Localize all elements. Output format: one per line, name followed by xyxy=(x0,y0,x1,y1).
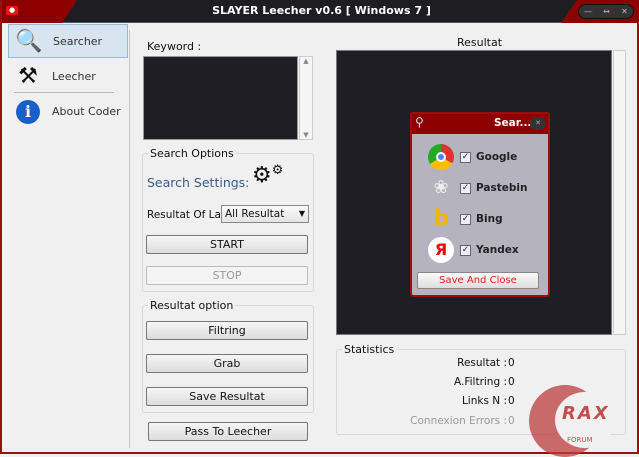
sidebar-item-searcher[interactable]: 🔍 Searcher xyxy=(8,24,128,58)
keyword-label: Keyword : xyxy=(147,40,202,53)
results-scrollbar[interactable] xyxy=(613,50,626,335)
pastebin-icon: ❀ xyxy=(433,177,449,198)
keyword-input[interactable] xyxy=(143,56,298,140)
sidebar-item-leecher[interactable]: ⚒ Leecher xyxy=(8,59,128,93)
bing-icon: b xyxy=(433,206,449,231)
magnifier-icon: 🔍 xyxy=(15,28,43,54)
start-button[interactable]: START xyxy=(146,235,308,254)
stat-resultat-label: Resultat : xyxy=(457,357,507,369)
resultat-title: Resultat xyxy=(457,36,503,49)
stop-button[interactable]: STOP xyxy=(146,266,308,285)
search-icon: ⚲ xyxy=(415,115,424,129)
watermark-sub: FORUM xyxy=(567,436,593,444)
tools-icon: ⚒ xyxy=(18,63,38,89)
stat-errors-label: Connexion Errors : xyxy=(410,415,507,427)
bing-checkbox[interactable]: ✓ xyxy=(460,213,471,225)
stat-resultat-value: 0 xyxy=(508,357,515,369)
main-window: ● SLAYER Leecher v0.6 [ Windows 7 ] — ↔ … xyxy=(0,0,639,457)
save-resultat-button[interactable]: Save Resultat xyxy=(146,387,308,406)
stat-links-label: Links N : xyxy=(461,395,507,407)
search-engines-popup: ⚲ Sear... ✕ ✓ Google ❀ ✓ Pastebin b ✓ Bing … xyxy=(410,112,550,297)
google-checkbox[interactable]: ✓ xyxy=(460,151,471,163)
keyword-scrollbar[interactable]: ▲ ▼ xyxy=(299,56,313,140)
grab-button[interactable]: Grab xyxy=(146,354,308,373)
stat-filtring-label: A.Filtring : xyxy=(454,376,507,388)
resultat-of-last-select[interactable]: All Resultat ▼ xyxy=(221,205,309,223)
close-button[interactable]: ✕ xyxy=(615,5,633,18)
pass-to-leecher-button[interactable]: Pass To Leecher xyxy=(148,422,308,441)
sidebar-item-about-coder[interactable]: i About Coder xyxy=(8,94,128,128)
popup-close-button[interactable]: ✕ xyxy=(530,117,546,130)
filtring-button[interactable]: Filtring xyxy=(146,321,308,340)
maximize-button[interactable]: ↔ xyxy=(597,5,615,18)
yandex-icon: Я xyxy=(428,237,454,263)
stat-errors-value: 0 xyxy=(508,415,515,427)
info-icon: i xyxy=(8,98,48,124)
search-settings-label: Search Settings: xyxy=(147,175,250,190)
engine-pastebin[interactable]: ❀ ✓ Pastebin xyxy=(428,175,527,201)
engine-google[interactable]: ✓ Google xyxy=(428,144,517,170)
window-title: SLAYER Leecher v0.6 [ Windows 7 ] xyxy=(212,4,431,17)
resultat-of-last-label: Resultat Of Last xyxy=(147,209,231,221)
yandex-checkbox[interactable]: ✓ xyxy=(460,244,471,256)
engine-bing[interactable]: b ✓ Bing xyxy=(428,206,502,232)
stat-filtring-value: 0 xyxy=(508,376,515,388)
gears-icon[interactable]: ⚙⚙ xyxy=(252,163,283,188)
save-and-close-button[interactable]: Save And Close xyxy=(417,272,539,289)
chrome-icon xyxy=(428,144,454,170)
stat-links-value: 0 xyxy=(508,395,515,407)
watermark-text: RAX xyxy=(562,403,610,424)
engine-yandex[interactable]: Я ✓ Yandex xyxy=(428,237,519,263)
chevron-down-icon: ▼ xyxy=(298,209,305,218)
pastebin-checkbox[interactable]: ✓ xyxy=(460,182,471,194)
minimize-button[interactable]: — xyxy=(579,5,597,18)
title-bar: ● SLAYER Leecher v0.6 [ Windows 7 ] — ↔ … xyxy=(2,0,639,23)
